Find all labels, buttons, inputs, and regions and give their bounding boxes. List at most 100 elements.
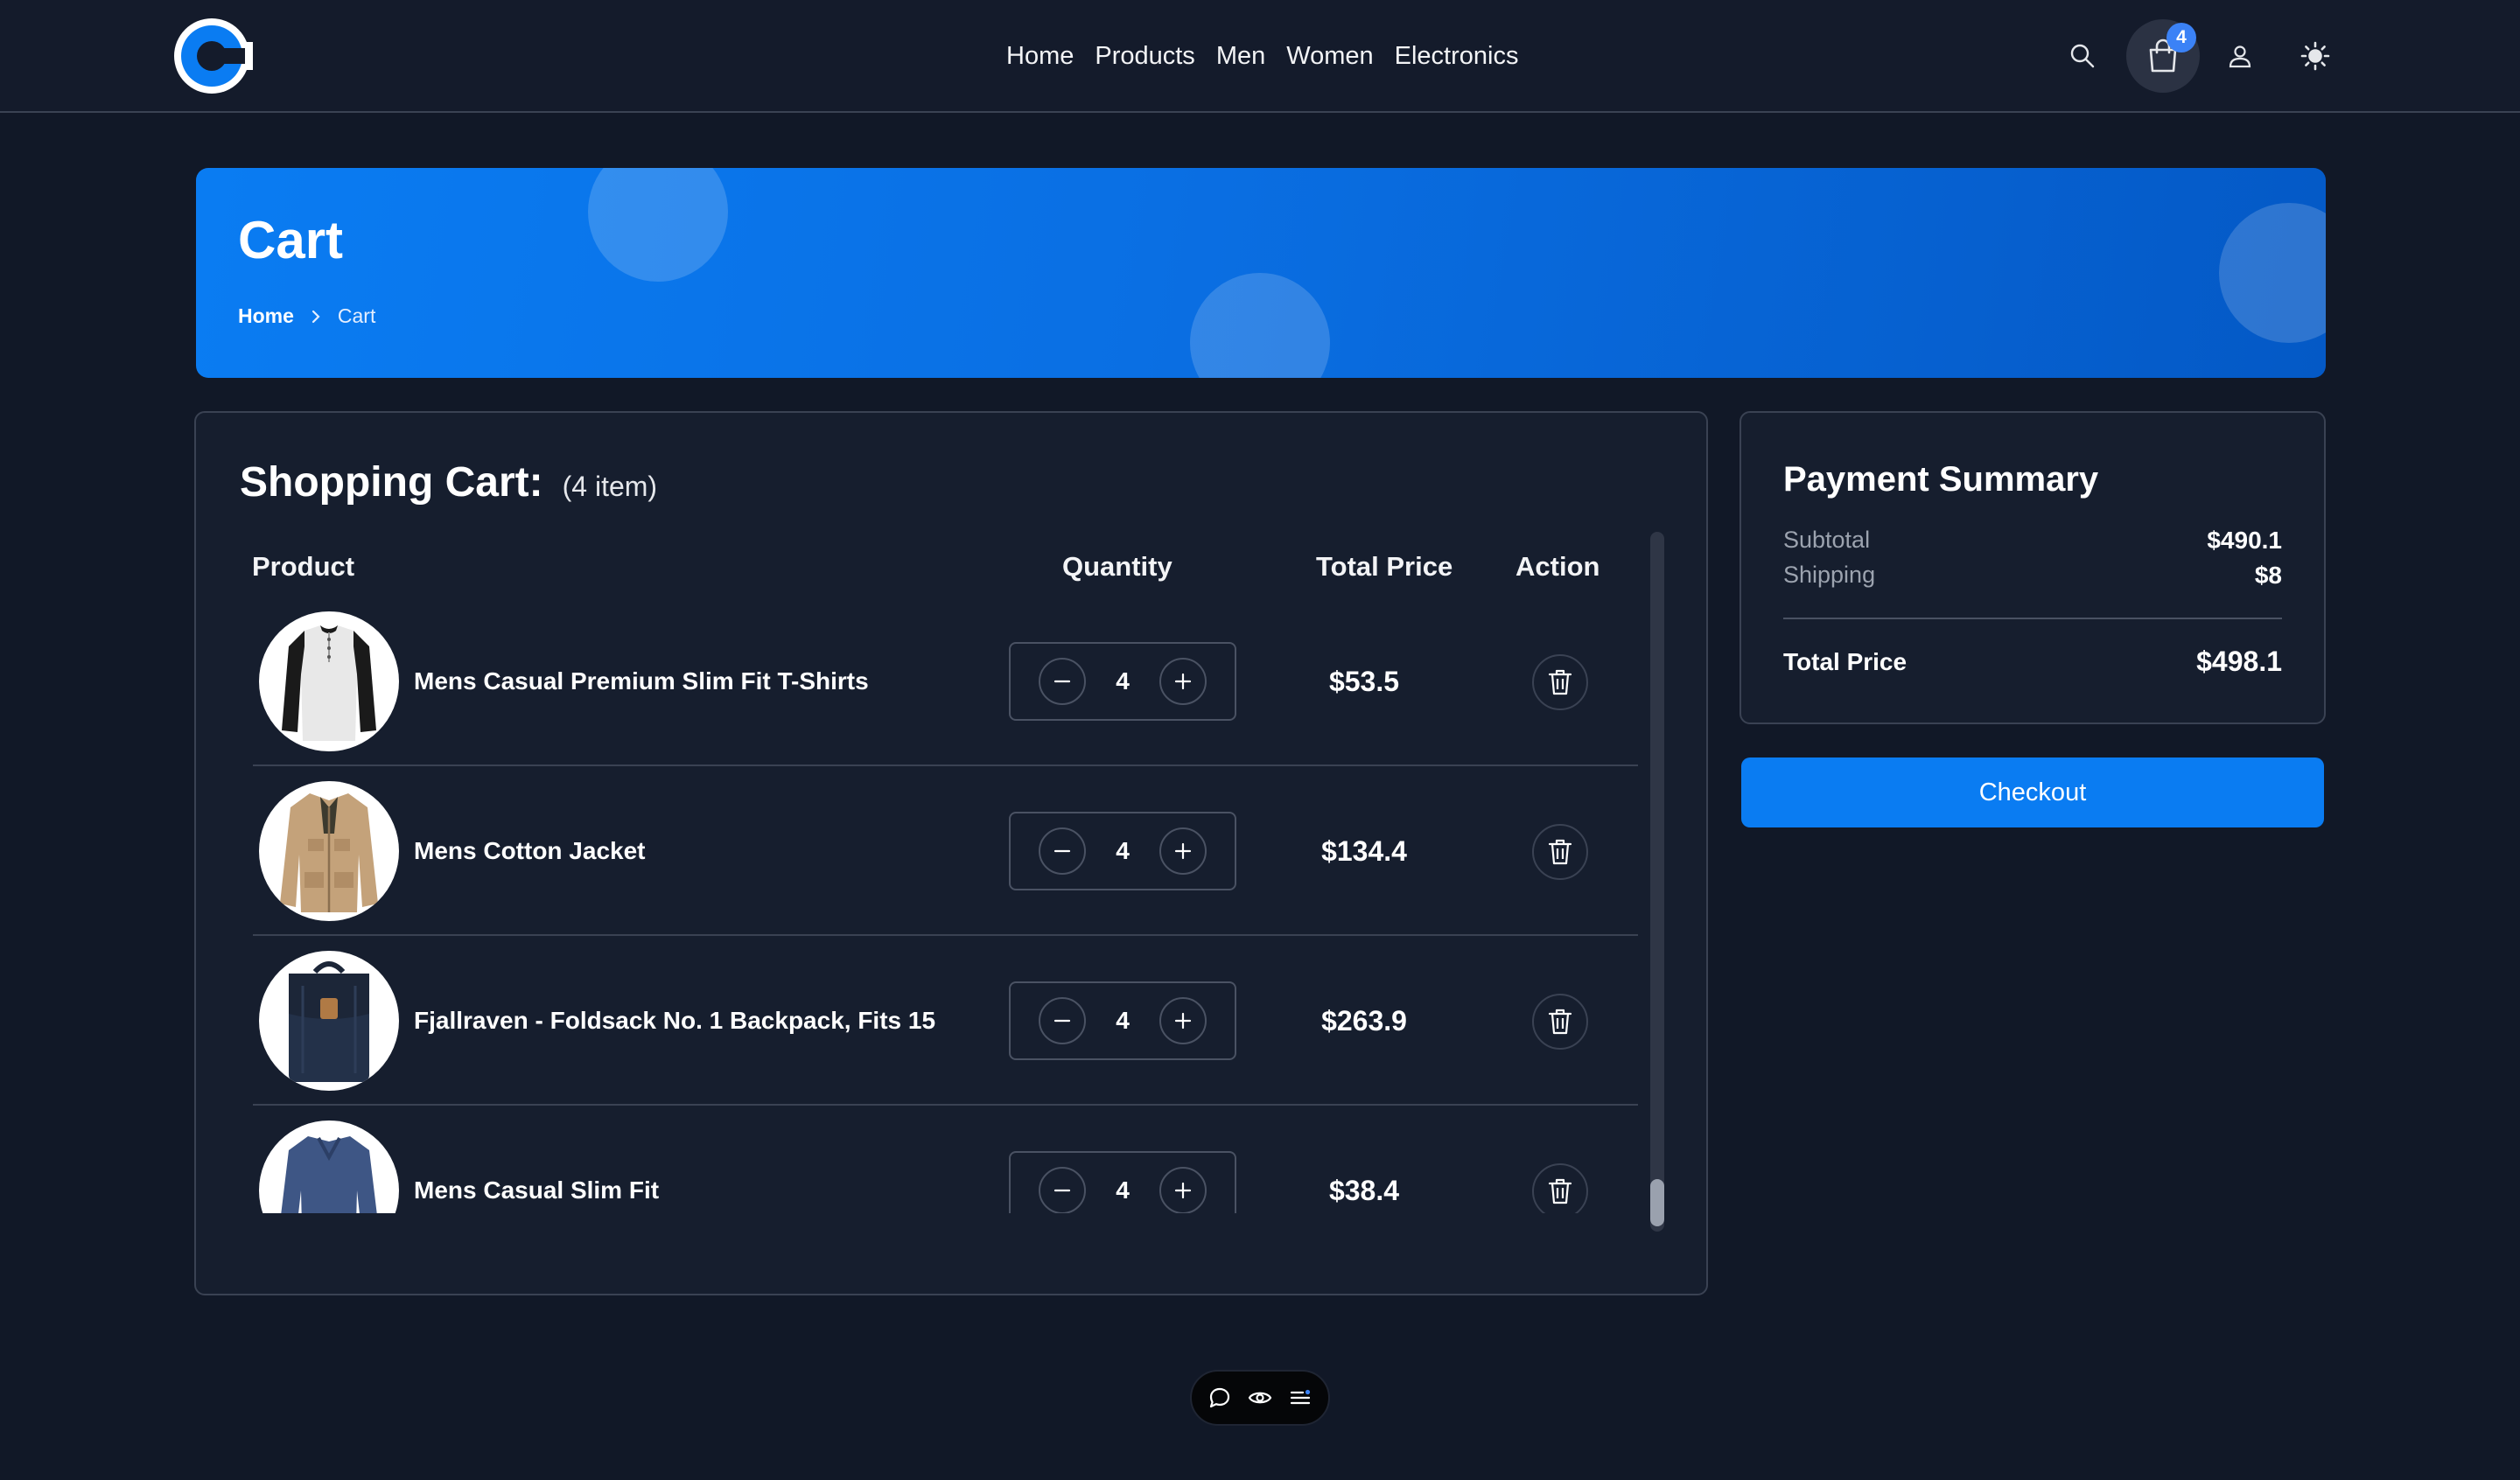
total-price-value: $498.1 bbox=[2196, 646, 2282, 677]
summary-divider bbox=[1783, 618, 2282, 619]
product-name[interactable]: Mens Casual Slim Fit bbox=[414, 1106, 659, 1213]
product-name[interactable]: Mens Casual Premium Slim Fit T-Shirts bbox=[414, 597, 869, 766]
payment-summary-panel: Payment Summary Subtotal $490.1 Shipping… bbox=[1740, 411, 2326, 724]
cart-items-list[interactable]: Mens Casual Premium Slim Fit T-Shirts 4 … bbox=[253, 597, 1638, 1213]
cart-title: Shopping Cart: bbox=[240, 459, 543, 506]
chat-icon[interactable] bbox=[1208, 1386, 1231, 1409]
quantity-value: 4 bbox=[1116, 667, 1130, 695]
column-header-action: Action bbox=[1516, 551, 1600, 582]
product-image[interactable] bbox=[259, 1120, 399, 1213]
breadcrumb-home[interactable]: Home bbox=[238, 304, 294, 328]
quantity-stepper: 4 bbox=[1009, 1151, 1236, 1213]
plus-icon bbox=[1174, 673, 1192, 690]
nav-men[interactable]: Men bbox=[1216, 42, 1265, 71]
subtotal-row: Subtotal $490.1 bbox=[1783, 527, 2282, 555]
navy-backpack-image bbox=[289, 961, 369, 1082]
minus-icon bbox=[1054, 849, 1071, 853]
cart-count-badge: 4 bbox=[2166, 23, 2196, 52]
decrease-quantity-button[interactable] bbox=[1039, 997, 1086, 1044]
page-banner: Cart Home Cart bbox=[196, 168, 2326, 378]
increase-quantity-button[interactable] bbox=[1159, 997, 1207, 1044]
decrease-quantity-button[interactable] bbox=[1039, 827, 1086, 875]
shipping-row: Shipping $8 bbox=[1783, 562, 2282, 590]
item-total-price: $263.9 bbox=[1321, 1004, 1407, 1037]
blue-longsleeve-image bbox=[281, 1136, 377, 1213]
quantity-value: 4 bbox=[1116, 1176, 1130, 1204]
quantity-value: 4 bbox=[1116, 837, 1130, 864]
product-image[interactable] bbox=[259, 611, 399, 751]
trash-icon bbox=[1548, 1178, 1572, 1204]
logo[interactable] bbox=[172, 16, 254, 96]
scrollbar-thumb[interactable] bbox=[1650, 1179, 1664, 1226]
breadcrumb: Home Cart bbox=[238, 304, 375, 328]
plus-icon bbox=[1174, 1012, 1192, 1030]
increase-quantity-button[interactable] bbox=[1159, 658, 1207, 705]
trash-icon bbox=[1548, 1009, 1572, 1035]
nav-women[interactable]: Women bbox=[1286, 42, 1373, 71]
subtotal-value: $490.1 bbox=[2207, 527, 2282, 554]
delete-item-button[interactable] bbox=[1532, 824, 1588, 880]
trash-icon bbox=[1548, 669, 1572, 695]
breadcrumb-current: Cart bbox=[337, 304, 376, 327]
cart-item-row: Mens Casual Premium Slim Fit T-Shirts 4 … bbox=[253, 597, 1638, 766]
nav-electronics[interactable]: Electronics bbox=[1395, 42, 1519, 71]
item-total-price: $38.4 bbox=[1328, 1174, 1400, 1206]
product-name[interactable]: Mens Cotton Jacket bbox=[414, 766, 646, 936]
item-total-price: $53.5 bbox=[1328, 665, 1400, 697]
cart-item-row: Mens Casual Slim Fit 4 $38.4 bbox=[253, 1106, 1638, 1213]
search-icon[interactable] bbox=[2065, 38, 2100, 73]
quantity-stepper: 4 bbox=[1009, 642, 1236, 721]
shipping-value: $8 bbox=[2254, 562, 2282, 589]
sun-icon[interactable] bbox=[2298, 38, 2333, 73]
minus-icon bbox=[1054, 1189, 1071, 1192]
cart-item-row: Mens Cotton Jacket 4 $134.4 bbox=[253, 766, 1638, 936]
plus-icon bbox=[1174, 1182, 1192, 1199]
cart-heading: Shopping Cart: (4 item) bbox=[240, 458, 657, 506]
decrease-quantity-button[interactable] bbox=[1039, 1167, 1086, 1213]
site-header: Home Products Men Women Electronics 4 bbox=[0, 0, 2520, 113]
decorative-bubble bbox=[2219, 203, 2326, 343]
delete-item-button[interactable] bbox=[1532, 654, 1588, 710]
quantity-value: 4 bbox=[1116, 1007, 1130, 1034]
product-image[interactable] bbox=[259, 781, 399, 921]
column-header-product: Product bbox=[252, 551, 355, 582]
shopping-cart-panel: Shopping Cart: (4 item) Product Quantity… bbox=[194, 411, 1708, 1295]
payment-summary-title: Payment Summary bbox=[1783, 460, 2099, 499]
product-image[interactable] bbox=[259, 951, 399, 1091]
decorative-bubble bbox=[588, 168, 728, 282]
minus-icon bbox=[1054, 1019, 1071, 1023]
product-name[interactable]: Fjallraven - Foldsack No. 1 Backpack, Fi… bbox=[414, 936, 939, 1106]
checkout-button[interactable]: Checkout bbox=[1741, 757, 2324, 827]
quantity-stepper: 4 bbox=[1009, 981, 1236, 1060]
page-title: Cart bbox=[238, 211, 344, 269]
increase-quantity-button[interactable] bbox=[1159, 1167, 1207, 1213]
henley-shirt-image bbox=[282, 625, 376, 741]
menu-icon[interactable] bbox=[1289, 1387, 1312, 1408]
decrease-quantity-button[interactable] bbox=[1039, 658, 1086, 705]
decorative-bubble bbox=[1190, 273, 1330, 378]
main-nav: Home Products Men Women Electronics bbox=[1006, 35, 1518, 77]
increase-quantity-button[interactable] bbox=[1159, 827, 1207, 875]
column-header-quantity: Quantity bbox=[1062, 551, 1172, 582]
nav-products[interactable]: Products bbox=[1095, 42, 1194, 71]
minus-icon bbox=[1054, 680, 1071, 683]
cart-scrollbar[interactable] bbox=[1650, 532, 1664, 1232]
total-row: Total Price $498.1 bbox=[1783, 646, 2282, 678]
eye-icon[interactable] bbox=[1248, 1388, 1272, 1407]
delete-item-button[interactable] bbox=[1532, 994, 1588, 1050]
delete-item-button[interactable] bbox=[1532, 1163, 1588, 1213]
trash-icon bbox=[1548, 839, 1572, 865]
plus-icon bbox=[1174, 842, 1192, 860]
chevron-right-icon bbox=[310, 309, 322, 325]
cotton-jacket-image bbox=[280, 793, 378, 912]
total-price-label: Total Price bbox=[1783, 647, 1908, 675]
subtotal-label: Subtotal bbox=[1783, 527, 1871, 553]
cart-item-count: (4 item) bbox=[562, 471, 658, 502]
logo-icon bbox=[174, 18, 253, 94]
item-total-price: $134.4 bbox=[1321, 834, 1407, 867]
user-icon[interactable] bbox=[2222, 38, 2258, 73]
quantity-stepper: 4 bbox=[1009, 812, 1236, 890]
column-header-total-price: Total Price bbox=[1316, 551, 1453, 582]
nav-home[interactable]: Home bbox=[1006, 42, 1074, 71]
floating-toolbar bbox=[1190, 1370, 1330, 1426]
